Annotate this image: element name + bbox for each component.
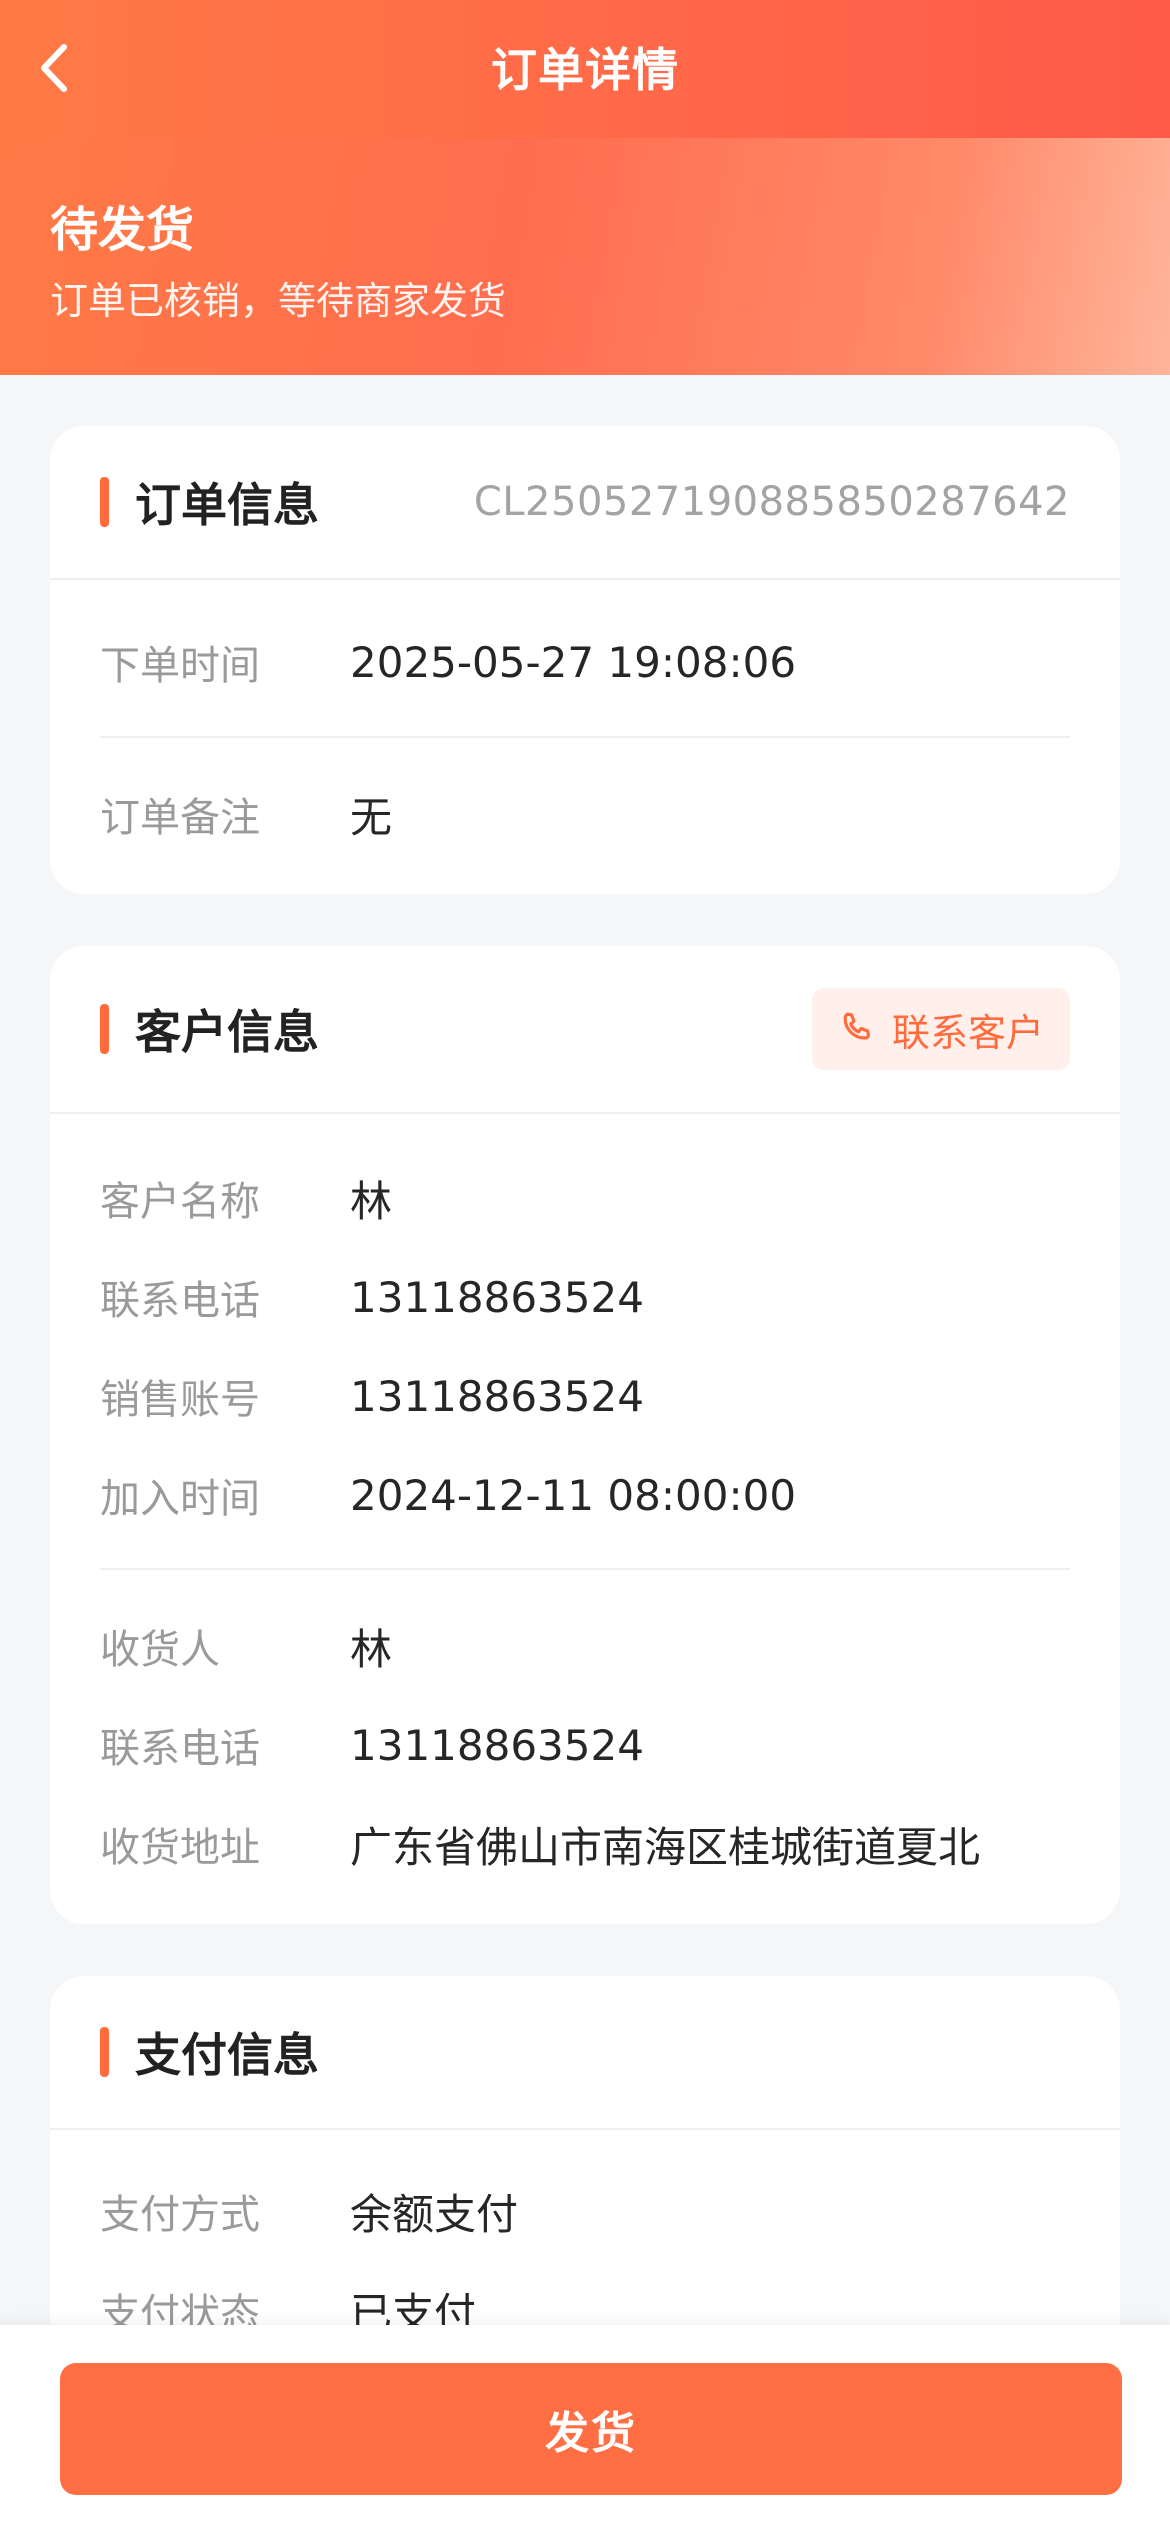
order-status-subtitle: 订单已核销，等待商家发货 (50, 279, 507, 323)
page-title: 订单详情 (491, 43, 679, 97)
customer-phone-row: 联系电话 13118863524 (100, 1267, 1070, 1327)
row-value: 余额支付 (350, 2189, 519, 2239)
customer-name-row: 客户名称 林 (100, 1168, 1070, 1228)
row-label: 销售账号 (100, 1377, 260, 1423)
row-label: 联系电话 (100, 1726, 260, 1772)
customer-info-header: 客户信息 联系客户 (50, 946, 1120, 1114)
order-info-title: 订单信息 (135, 478, 319, 532)
row-label: 支付方式 (100, 2192, 260, 2238)
order-info-card: 订单信息 CL25052719088585028764​2 下单时间 2025-… (50, 426, 1120, 894)
row-label: 订单备注 (100, 795, 260, 841)
row-label: 收货人 (100, 1627, 220, 1673)
contact-customer-label: 联系客户 (891, 1010, 1044, 1055)
row-value: 2025-05-27 19:08:06 (350, 637, 797, 687)
order-status-title: 待发货 (50, 202, 195, 258)
order-remark-row: 订单备注 无 (100, 784, 1070, 844)
row-value: 13118863524 (350, 1720, 644, 1770)
row-value: 2024-12-11 08:00:00 (350, 1470, 797, 1520)
row-value: 13118863524 (350, 1272, 644, 1322)
header: 订单详情 待发货 订单已核销，等待商家发货 (0, 0, 1170, 375)
ship-button-label: 发货 (545, 2408, 637, 2459)
contact-customer-button[interactable]: 联系客户 (811, 988, 1070, 1070)
bottom-action-bar: 发货 (0, 2325, 1170, 2532)
shipping-address-row: 收货地址 广东省佛山市南海区桂城街道夏北 (100, 1814, 1070, 1874)
receiver-row: 收货人 林 (100, 1616, 1070, 1676)
phone-icon (843, 1012, 870, 1040)
section-accent-bar (100, 2027, 109, 2077)
row-value: 广东省佛山市南海区桂城街道夏北 (350, 1822, 981, 1872)
row-label: 联系电话 (100, 1278, 260, 1324)
divider (100, 1568, 1070, 1570)
order-info-header: 订单信息 CL25052719088585028764​2 (50, 426, 1120, 580)
sales-account-row: 销售账号 13118863524 (100, 1366, 1070, 1426)
payment-info-header: 支付信息 (50, 1976, 1120, 2130)
row-label: 客户名称 (100, 1179, 260, 1225)
customer-info-title: 客户信息 (135, 1005, 319, 1059)
payment-method-row: 支付方式 余额支付 (100, 2181, 1070, 2241)
order-number: CL25052719088585028764​2 (473, 479, 1070, 525)
section-accent-bar (100, 477, 109, 527)
divider (100, 736, 1070, 738)
join-time-row: 加入时间 2024-12-11 08:00:00 (100, 1465, 1070, 1525)
payment-info-title: 支付信息 (135, 2028, 319, 2082)
order-time-row: 下单时间 2025-05-27 19:08:06 (100, 632, 1070, 692)
section-accent-bar (100, 1004, 109, 1054)
ship-button[interactable]: 发货 (60, 2363, 1122, 2495)
row-value: 林 (350, 1176, 393, 1226)
navbar: 订单详情 (0, 0, 1170, 138)
order-detail-page: 订单详情 待发货 订单已核销，等待商家发货 订单信息 CL25052719088… (0, 0, 1170, 2532)
customer-info-card: 客户信息 联系客户 客户名称 林 联系电话 13118863524 销售账号 1… (50, 946, 1120, 1924)
row-value: 13118863524 (350, 1371, 644, 1421)
row-label: 下单时间 (100, 643, 260, 689)
row-label: 加入时间 (100, 1476, 260, 1522)
row-value: 无 (350, 792, 393, 842)
row-value: 林 (350, 1624, 393, 1674)
receiver-phone-row: 联系电话 13118863524 (100, 1715, 1070, 1775)
row-label: 收货地址 (100, 1825, 260, 1871)
